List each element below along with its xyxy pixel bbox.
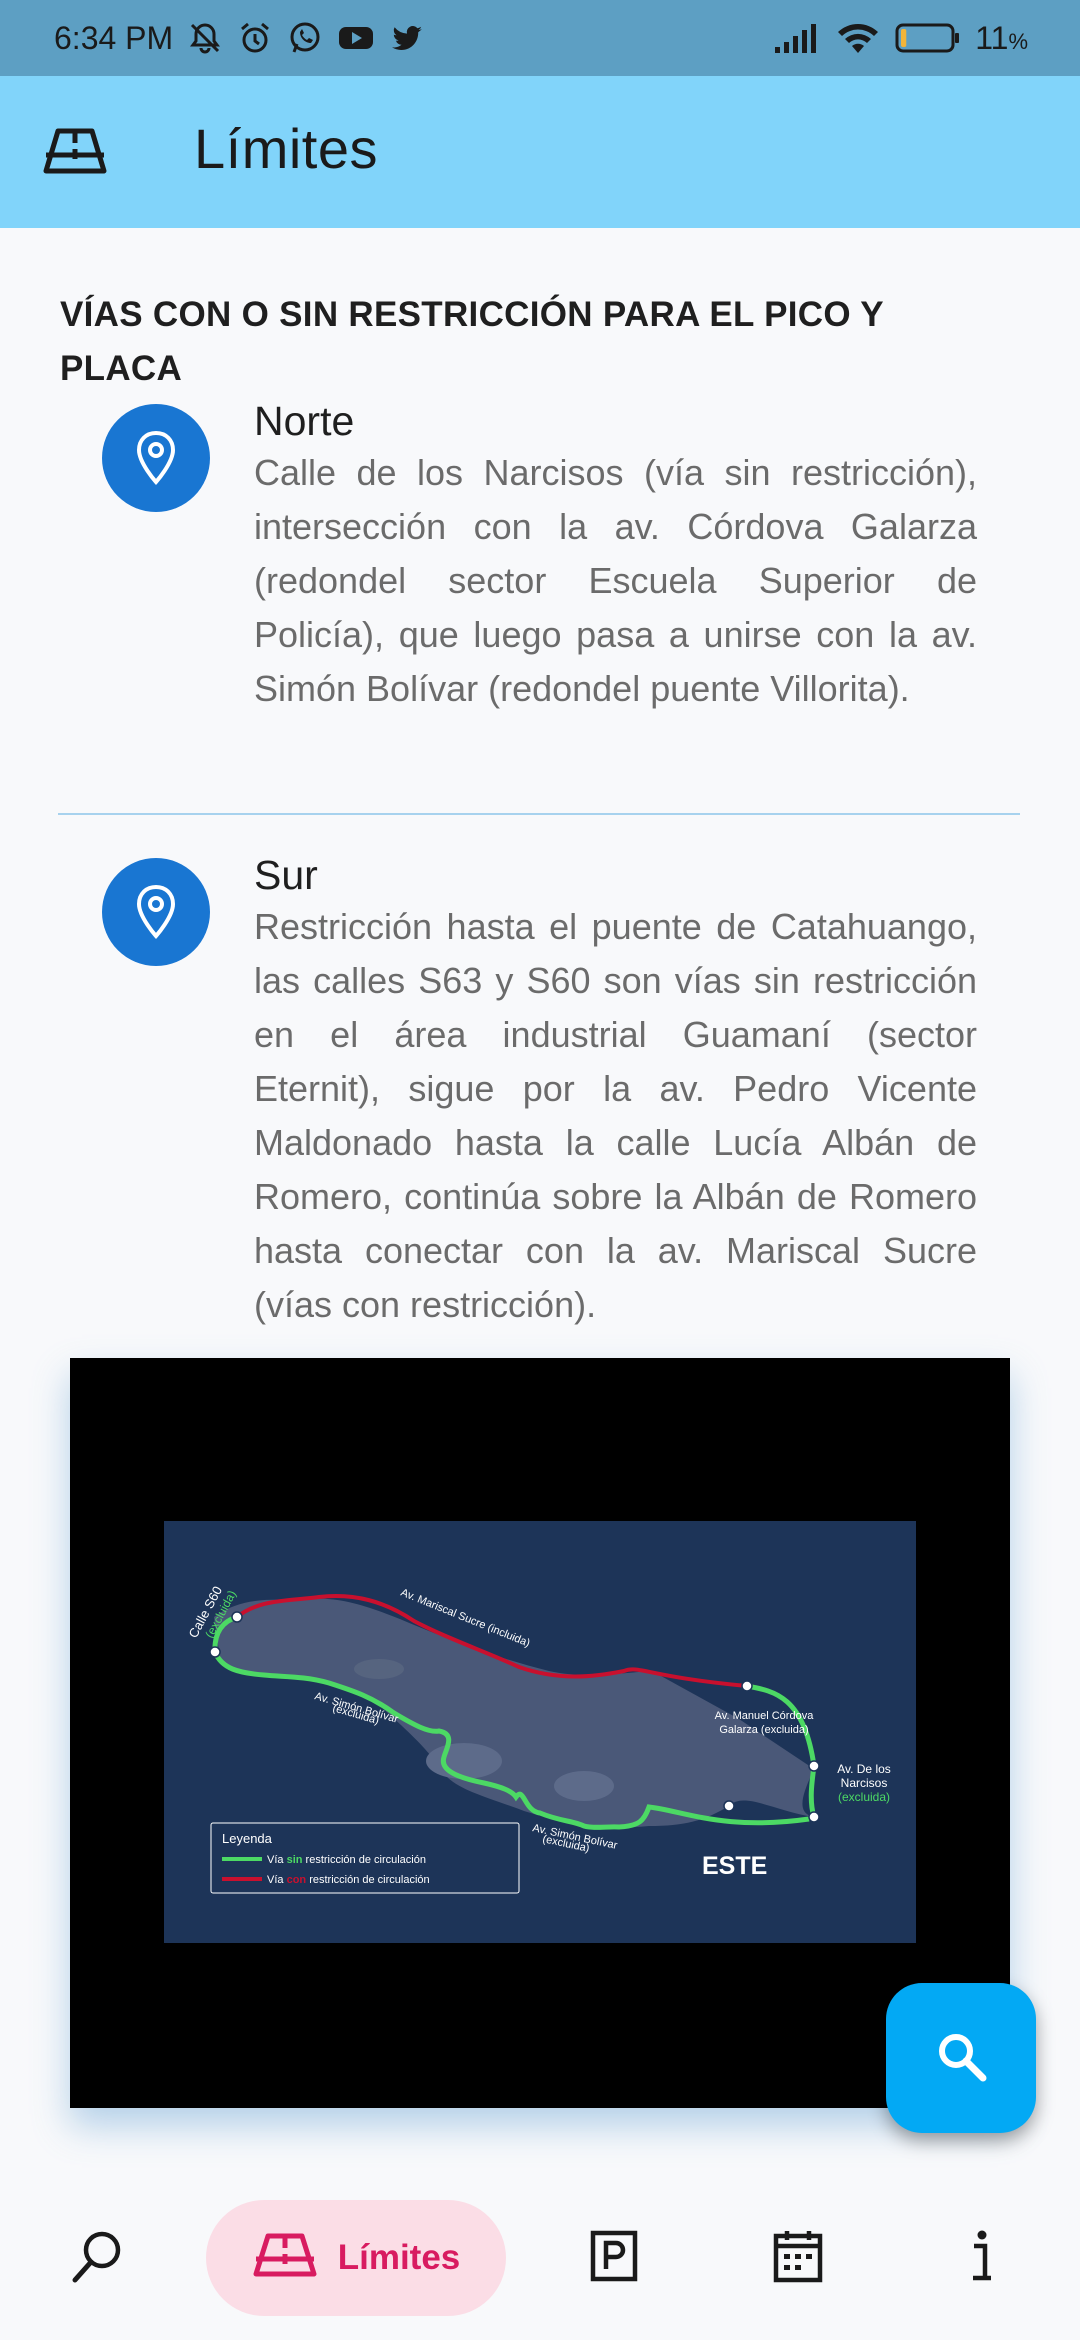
nav-item-limites[interactable]: Límites [206,2200,506,2316]
nav-item-parking[interactable] [566,2214,662,2302]
battery-percent: 11% [975,19,1028,56]
nav-item-info[interactable] [934,2214,1030,2302]
nav-item-calendar[interactable] [750,2214,846,2302]
twitter-icon [389,20,425,56]
limit-title: Norte [254,398,355,444]
map-image-frame[interactable]: Calle S60 (excluida) Av. Mariscal Sucre … [70,1358,1010,2108]
alarm-icon [237,20,273,56]
road-icon [42,121,108,183]
road-icon [252,2228,318,2289]
limit-description: Calle de los Narcisos (vía sin restricci… [254,452,977,709]
status-left: 6:34 PM [54,20,425,57]
divider [58,813,1020,815]
search-fab-button[interactable] [886,1983,1036,2133]
nav-item-label: Límites [337,2238,461,2277]
map-zone-label: ESTE [702,1852,767,1880]
location-pin-icon [102,404,210,512]
signal-icon [773,21,821,55]
map-label-cordova-galarza-2: Galarza (excluida) [719,1724,808,1736]
map-label-cordova-galarza-1: Av. Manuel Córdova [715,1710,815,1722]
section-heading: VÍAS CON O SIN RESTRICCIÓN PARA EL PICO … [60,295,884,388]
parking-icon [590,2230,638,2287]
calendar-icon [773,2229,823,2288]
search-icon [933,2028,989,2089]
location-pin-icon [102,858,210,966]
limit-description: Restricción hasta el puente de Catahuang… [254,906,977,1325]
map-label-narcisos-1: Av. De los [837,1762,891,1776]
map-label-narcisos-2: Narcisos [841,1776,888,1790]
zone-map: Calle S60 (excluida) Av. Mariscal Sucre … [164,1521,916,1943]
limit-title: Sur [254,852,318,898]
legend-row-restricted: Vía con restricción de circulación [267,1874,430,1886]
status-right: 11% [773,20,1028,57]
youtube-icon [337,20,375,56]
info-icon [967,2229,997,2288]
mute-icon [187,20,223,56]
status-bar: 6:34 PM 11% [0,0,1080,76]
page-title: Límites [194,117,378,180]
legend-title: Leyenda [222,1831,273,1846]
wifi-icon [835,20,881,56]
battery-icon [895,21,961,55]
search-icon [67,2226,127,2291]
map-label-narcisos-note: (excluida) [838,1790,890,1804]
bottom-navigation: Límites [0,2176,1080,2340]
nav-item-search[interactable] [46,2214,148,2302]
whatsapp-icon [287,20,323,56]
status-time: 6:34 PM [54,19,174,56]
app-bar: Límites [0,76,1080,228]
legend-row-unrestricted: Vía sin restricción de circulación [267,1854,426,1866]
